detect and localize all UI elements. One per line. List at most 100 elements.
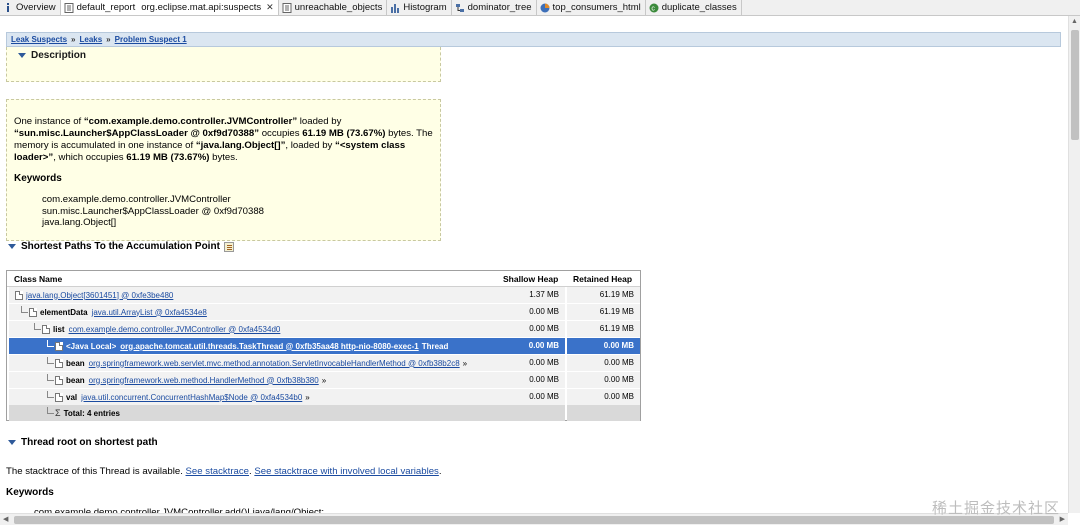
object-link[interactable]: java.lang.Object[3601451] @ 0xfe3be480	[26, 291, 173, 300]
object-link[interactable]: org.springframework.web.servlet.mvc.meth…	[89, 359, 460, 368]
info-icon	[3, 3, 13, 13]
breadcrumb-leak-suspects[interactable]: Leak Suspects	[11, 35, 67, 44]
desc-object-type: “java.lang.Object[]”	[195, 140, 286, 151]
expand-more-icon[interactable]: »	[305, 393, 309, 402]
desc-text-part: loaded by	[297, 116, 342, 127]
tab-label: default_report	[76, 2, 136, 13]
object-icon	[55, 392, 63, 402]
expand-more-icon[interactable]: »	[463, 359, 467, 368]
tab-label: Histogram	[403, 2, 447, 13]
shallow-heap-cell: 0.00 MB	[499, 321, 565, 337]
table-row[interactable]: elementData java.util.ArrayList @ 0xfa45…	[7, 304, 640, 320]
tab-unreachable-objects[interactable]: unreachable_objects	[278, 0, 388, 15]
close-icon[interactable]: ✕	[266, 2, 274, 13]
tree-connector	[47, 357, 54, 364]
field-name: list	[53, 324, 65, 334]
tab-histogram[interactable]: Histogram	[387, 0, 452, 15]
histogram-icon	[390, 3, 400, 13]
tab-top-consumers[interactable]: top_consumers_html	[536, 0, 646, 15]
breadcrumb: Leak Suspects » Leaks » Problem Suspect …	[6, 32, 1061, 47]
tab-duplicate-classes[interactable]: c duplicate_classes	[645, 0, 742, 15]
shallow-heap-cell: 0.00 MB	[499, 304, 565, 320]
vertical-scrollbar[interactable]: ▲	[1068, 16, 1080, 513]
object-link[interactable]: com.example.demo.controller.JVMControlle…	[69, 325, 281, 334]
tab-default-report[interactable]: default_report org.eclipse.mat.api:suspe…	[60, 0, 279, 15]
horizontal-scrollbar[interactable]: ◀ ▶	[0, 513, 1068, 525]
table-row[interactable]: bean org.springframework.web.servlet.mvc…	[7, 355, 640, 371]
tab-label: dominator_tree	[467, 2, 532, 13]
retained-heap-cell: 61.19 MB	[567, 304, 640, 320]
description-panel: One instance of “com.example.demo.contro…	[6, 99, 441, 241]
object-icon	[55, 375, 63, 385]
class-name-cell: elementData java.util.ArrayList @ 0xfa45…	[9, 304, 499, 320]
tree-connector	[47, 340, 54, 347]
description-toggle[interactable]: Description	[18, 50, 440, 61]
collapse-triangle-icon	[8, 440, 16, 445]
collapse-triangle-icon	[8, 244, 16, 249]
desc-text-part: One instance of	[14, 116, 84, 127]
breadcrumb-problem-suspect[interactable]: Problem Suspect 1	[115, 35, 187, 44]
class-name-cell: Σ Total: 4 entries	[9, 405, 499, 421]
table-row[interactable]: bean org.springframework.web.method.Hand…	[7, 372, 640, 388]
vertical-scroll-thumb[interactable]	[1071, 30, 1079, 140]
column-retained-heap[interactable]: Retained Heap	[573, 274, 632, 284]
see-stacktrace-locals-link[interactable]: See stacktrace with involved local varia…	[254, 466, 439, 477]
object-icon	[42, 324, 50, 334]
stacktrace-info: The stacktrace of this Thread is availab…	[6, 466, 186, 477]
tree-icon	[455, 3, 465, 13]
breadcrumb-separator: »	[71, 35, 76, 44]
desc-classloader: “sun.misc.Launcher$AppClassLoader @ 0xf9…	[14, 128, 260, 139]
table-row[interactable]: val java.util.concurrent.ConcurrentHashM…	[7, 389, 640, 405]
details-icon[interactable]	[223, 241, 234, 252]
object-link[interactable]: java.util.ArrayList @ 0xfa4534e8	[92, 308, 207, 317]
object-link[interactable]: org.springframework.web.method.HandlerMe…	[89, 376, 319, 385]
desc-text-part: bytes.	[209, 152, 238, 163]
memory-analyzer-window: Overview default_report org.eclipse.mat.…	[0, 0, 1080, 525]
tab-overview[interactable]: Overview	[0, 0, 61, 15]
object-icon	[55, 358, 63, 368]
stacktrace-text: The stacktrace of this Thread is availab…	[6, 466, 442, 477]
desc-size: 61.19 MB (73.67%)	[126, 152, 210, 163]
table-row-selected[interactable]: <Java Local> org.apache.tomcat.util.thre…	[7, 338, 640, 354]
tree-connector	[34, 323, 41, 330]
shortest-paths-table: Class Name Shallow Heap Retained Heap ja…	[6, 270, 641, 421]
class-name-cell: bean org.springframework.web.servlet.mvc…	[9, 355, 499, 371]
column-shallow-heap[interactable]: Shallow Heap	[503, 274, 558, 284]
collapse-triangle-icon	[18, 53, 26, 58]
horizontal-scroll-thumb[interactable]	[14, 516, 1054, 524]
watermark: 稀土掘金技术社区	[931, 500, 1060, 517]
scroll-right-icon[interactable]: ▶	[1060, 515, 1065, 523]
column-class-name[interactable]: Class Name	[14, 274, 62, 284]
field-name: <Java Local>	[66, 341, 117, 351]
sigma-icon: Σ	[55, 408, 61, 418]
tab-dominator-tree[interactable]: dominator_tree	[451, 0, 537, 15]
shallow-heap-cell: 0.00 MB	[499, 389, 565, 405]
thread-root-toggle[interactable]: Thread root on shortest path	[8, 437, 158, 448]
scroll-up-icon[interactable]: ▲	[1071, 18, 1078, 25]
keywords-title: Keywords	[14, 173, 62, 184]
tab-label: duplicate_classes	[661, 2, 737, 13]
object-link[interactable]: java.util.concurrent.ConcurrentHashMap$N…	[81, 393, 302, 402]
retained-heap-cell: 0.00 MB	[567, 338, 640, 354]
scroll-left-icon[interactable]: ◀	[3, 515, 8, 523]
desc-text-part: occupies	[259, 128, 303, 139]
object-icon	[29, 307, 37, 317]
shallow-heap-cell: 0.00 MB	[499, 338, 565, 354]
breadcrumb-leaks[interactable]: Leaks	[79, 35, 102, 44]
row-suffix: Thread	[421, 341, 449, 351]
class-name-cell: val java.util.concurrent.ConcurrentHashM…	[9, 389, 499, 405]
table-row[interactable]: java.lang.Object[3601451] @ 0xfe3be480 1…	[7, 287, 640, 303]
table-row[interactable]: list com.example.demo.controller.JVMCont…	[7, 321, 640, 337]
table-total-row: Σ Total: 4 entries	[7, 405, 640, 421]
tree-connector	[47, 407, 54, 414]
shortest-paths-toggle[interactable]: Shortest Paths To the Accumulation Point	[8, 241, 234, 252]
duplicate-icon: c	[649, 3, 659, 13]
retained-heap-cell	[567, 405, 640, 421]
description-text: One instance of “com.example.demo.contro…	[14, 116, 433, 164]
keyword-item: com.example.demo.controller.JVMControlle…	[42, 194, 231, 205]
object-link[interactable]: org.apache.tomcat.util.threads.TaskThrea…	[120, 342, 418, 351]
tab-label: unreachable_objects	[294, 2, 383, 13]
see-stacktrace-link[interactable]: See stacktrace	[186, 466, 249, 477]
retained-heap-cell: 0.00 MB	[567, 389, 640, 405]
expand-more-icon[interactable]: »	[322, 376, 326, 385]
